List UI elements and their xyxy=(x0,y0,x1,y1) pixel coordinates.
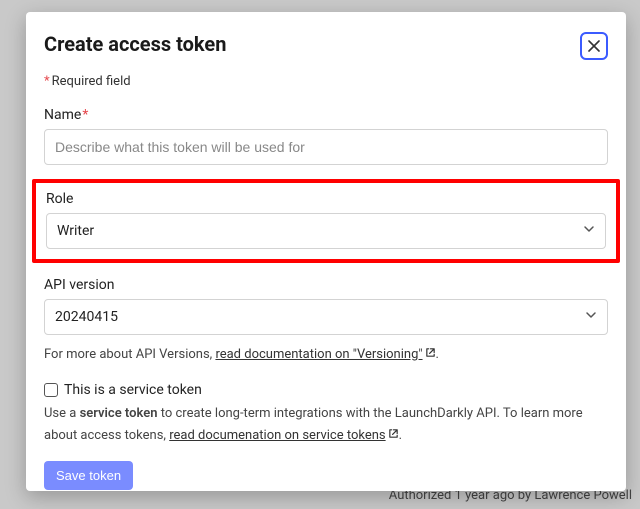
api-version-value: 20240415 xyxy=(55,309,118,325)
create-access-token-modal: Create access token *Required field Name… xyxy=(26,12,626,491)
role-label: Role xyxy=(46,191,606,207)
modal-header: Create access token xyxy=(44,32,608,60)
chevron-down-icon xyxy=(585,309,597,325)
service-tokens-doc-link[interactable]: read documenation on service tokens xyxy=(169,428,398,443)
role-select[interactable]: Writer xyxy=(46,213,606,249)
external-link-icon xyxy=(425,346,436,364)
name-input[interactable] xyxy=(44,129,608,165)
versioning-doc-link[interactable]: read documentation on "Versioning" xyxy=(215,347,435,362)
service-token-description: Use a service token to create long-term … xyxy=(44,403,608,447)
chevron-down-icon xyxy=(583,223,595,239)
required-field-note: *Required field xyxy=(44,74,608,89)
service-token-checkbox-label: This is a service token xyxy=(64,382,202,398)
asterisk-icon: * xyxy=(82,107,88,123)
api-version-select[interactable]: 20240415 xyxy=(44,299,608,335)
close-icon xyxy=(588,40,600,52)
asterisk-icon: * xyxy=(44,74,50,89)
name-label: Name* xyxy=(44,107,608,123)
modal-title: Create access token xyxy=(44,32,226,56)
service-token-checkbox[interactable] xyxy=(44,383,58,397)
role-value: Writer xyxy=(57,223,94,239)
close-button[interactable] xyxy=(580,32,608,60)
name-field-group: Name* xyxy=(44,107,608,165)
external-link-icon xyxy=(388,427,399,446)
save-token-button[interactable]: Save token xyxy=(44,461,133,490)
api-version-field-group: API version 20240415 For more about API … xyxy=(44,277,608,366)
api-version-label: API version xyxy=(44,277,608,293)
api-version-help: For more about API Versions, read docume… xyxy=(44,345,608,366)
role-highlight-box: Role Writer xyxy=(32,179,620,263)
service-token-checkbox-row[interactable]: This is a service token xyxy=(44,382,608,398)
